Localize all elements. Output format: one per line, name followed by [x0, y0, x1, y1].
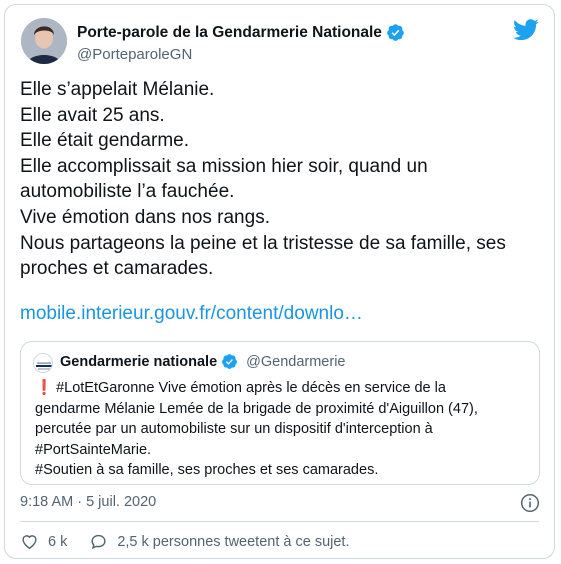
info-icon[interactable] [520, 493, 540, 513]
quoted-line: percutée par un automobiliste sur un dis… [35, 421, 433, 437]
tweet-actions: 6 k 2,5 k personnes tweetent à ce sujet. [20, 532, 372, 551]
tweet-line: Elle accomplissait sa mission hier soir,… [20, 155, 428, 177]
author-block: Porte-parole de la Gendarmerie Nationale… [77, 23, 405, 63]
quoted-header: Gendarmerie nationale @Gendarmerie [60, 353, 345, 370]
meta-separator: · [73, 494, 87, 510]
speech-bubble-icon [91, 534, 106, 550]
quoted-line: ❗ #LotEtGaronne Vive émotion après le déc… [35, 378, 535, 399]
conversation-text: 2,5 k personnes tweetent à ce sujet. [117, 533, 350, 550]
quoted-author-handle[interactable]: @Gendarmerie [246, 354, 345, 370]
tweet-line: Elle était gendarme. [20, 130, 189, 152]
verified-badge-icon [222, 354, 238, 369]
tweet-line: Elle s’appelait Mélanie. [20, 79, 215, 100]
quoted-line-text: #LotEtGaronne Vive émotion après le décè… [56, 380, 446, 396]
tweet-time: 9:18 AM [20, 494, 74, 510]
heart-icon [22, 535, 37, 550]
conversation-button[interactable]: 2,5 k personnes tweetent à ce sujet. [89, 532, 350, 551]
avatar[interactable] [21, 18, 67, 64]
quoted-author-name[interactable]: Gendarmerie nationale [60, 354, 217, 370]
like-button[interactable]: 6 k [20, 532, 67, 551]
like-count: 6 k [48, 533, 68, 550]
quoted-line: #Soutien à sa famille, ses proches et se… [35, 462, 379, 478]
tweet-date: 5 juil. 2020 [86, 494, 157, 510]
quoted-line: #PortSainteMarie. [35, 441, 152, 458]
tweet-text: Elle s’appelait Mélanie. Elle avait 25 a… [20, 77, 545, 282]
quoted-tweet[interactable]: Gendarmerie nationale @Gendarmerie ❗ #Lot… [20, 341, 540, 485]
quoted-line: gendarme Mélanie Lemée de la brigade de … [35, 400, 478, 417]
tweet-timestamp[interactable]: 9:18 AM · 5 juil. 2020 [20, 494, 156, 510]
tweet-link[interactable]: mobile.interieur.gouv.fr/content/downlo… [20, 303, 363, 325]
quoted-text: ❗ #LotEtGaronne Vive émotion après le déc… [35, 378, 535, 481]
twitter-bird-icon[interactable] [513, 19, 539, 41]
verified-badge-icon [387, 24, 404, 41]
tweet-card: Porte-parole de la Gendarmerie Nationale… [4, 4, 555, 559]
author-name[interactable]: Porte-parole de la Gendarmerie Nationale [77, 24, 382, 42]
exclamation-icon: ❗ [35, 380, 54, 396]
tweet-line: automobiliste l’a fauchée. [20, 181, 235, 203]
author-handle[interactable]: @PorteparoleGN [77, 46, 405, 63]
tweet-line: Nous partageons la peine et la tristesse… [20, 232, 506, 254]
tweet-line: Vive émotion dans nos rangs. [20, 206, 270, 228]
gendarmerie-logo-icon [34, 354, 52, 372]
tweet-line: proches et camarades. [20, 258, 214, 280]
tweet-line: Elle avait 25 ans. [20, 104, 165, 126]
avatar-photo-icon [21, 18, 67, 64]
divider [20, 521, 539, 522]
quoted-avatar[interactable] [33, 353, 53, 373]
